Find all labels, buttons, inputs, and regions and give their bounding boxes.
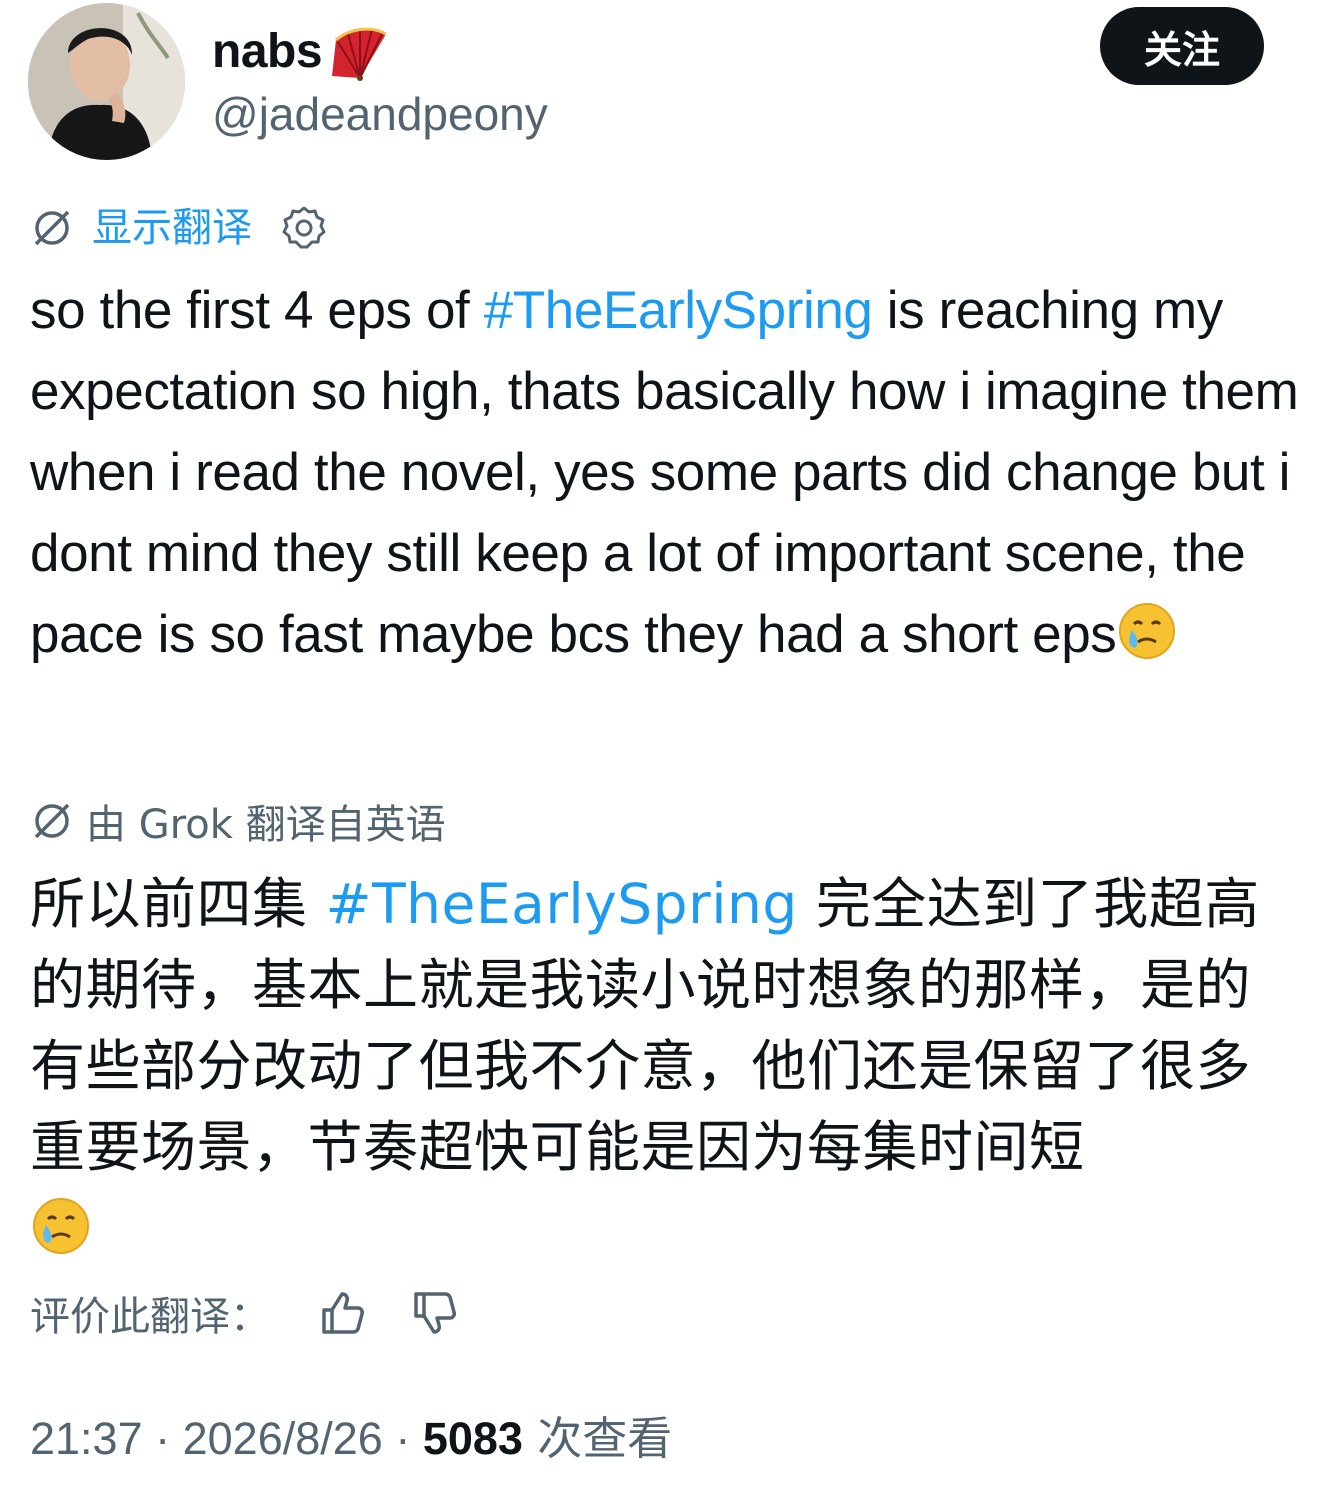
translated-text-part: 所以前四集 xyxy=(30,872,326,936)
thumbs-down-icon[interactable] xyxy=(410,1288,460,1338)
author-handle[interactable]: @jadeandpeony xyxy=(212,86,548,142)
tweet-date[interactable]: 2026/8/26 xyxy=(183,1413,383,1464)
translated-text: 所以前四集 #TheEarlySpring 完全达到了我超高的期待，基本上就是我… xyxy=(30,864,1290,1269)
tweet-text-part: so the first 4 eps of xyxy=(30,281,484,340)
thumbs-up-icon[interactable] xyxy=(318,1288,368,1338)
view-count-label: 次查看 xyxy=(522,1412,673,1465)
translate-slash-icon xyxy=(30,799,74,843)
author-name-row[interactable]: nabs xyxy=(212,22,390,82)
meta-separator: · xyxy=(142,1413,183,1464)
tweet-meta: 21:37 · 2026/8/26 · 5083 次查看 xyxy=(30,1407,672,1471)
hashtag-link[interactable]: #TheEarlySpring xyxy=(325,872,797,936)
grok-translation-label-row: 由 Grok 翻译自英语 xyxy=(30,793,446,849)
tweet-text: so the first 4 eps of #TheEarlySpring is… xyxy=(30,270,1305,675)
author-name[interactable]: nabs xyxy=(212,24,323,80)
show-translation-row[interactable]: 显示翻译 xyxy=(30,200,328,256)
view-count: 5083 xyxy=(422,1413,523,1464)
avatar[interactable] xyxy=(28,3,185,160)
translate-slash-icon xyxy=(30,206,74,250)
follow-button[interactable]: 关注 xyxy=(1100,7,1264,85)
tweet-time[interactable]: 21:37 xyxy=(30,1413,143,1464)
grok-translation-label: 由 Grok 翻译自英语 xyxy=(86,802,446,848)
show-translation-link[interactable]: 显示翻译 xyxy=(92,200,252,256)
rate-translation-row: 评价此翻译： xyxy=(30,1283,460,1343)
folding-fan-icon xyxy=(328,24,390,82)
rate-translation-label: 评价此翻译： xyxy=(30,1294,270,1340)
hashtag-link[interactable]: #TheEarlySpring xyxy=(484,281,873,340)
meta-separator: · xyxy=(382,1413,423,1464)
tweet-card: nabs @jadeandpeony 关注 显示翻译 so the first … xyxy=(0,0,1320,1492)
crying-smile-icon xyxy=(30,1195,92,1257)
crying-smile-icon xyxy=(1116,600,1178,662)
gear-icon[interactable] xyxy=(280,204,328,252)
avatar-image xyxy=(28,3,185,160)
